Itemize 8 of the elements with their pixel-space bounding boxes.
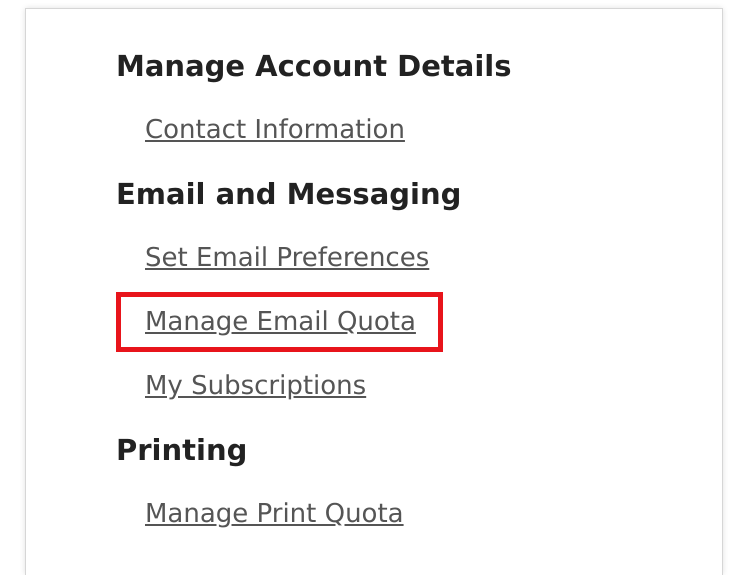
section-heading: Email and Messaging xyxy=(116,177,462,211)
menu-link[interactable]: My Subscriptions xyxy=(145,371,366,401)
section-heading: Printing xyxy=(116,433,248,467)
menu-link[interactable]: Contact Information xyxy=(145,115,405,145)
section-heading: Manage Account Details xyxy=(116,49,512,83)
menu-link[interactable]: Manage Print Quota xyxy=(145,499,404,529)
menu-link[interactable]: Set Email Preferences xyxy=(145,243,430,273)
menu-link[interactable]: Manage Email Quota xyxy=(145,307,416,337)
